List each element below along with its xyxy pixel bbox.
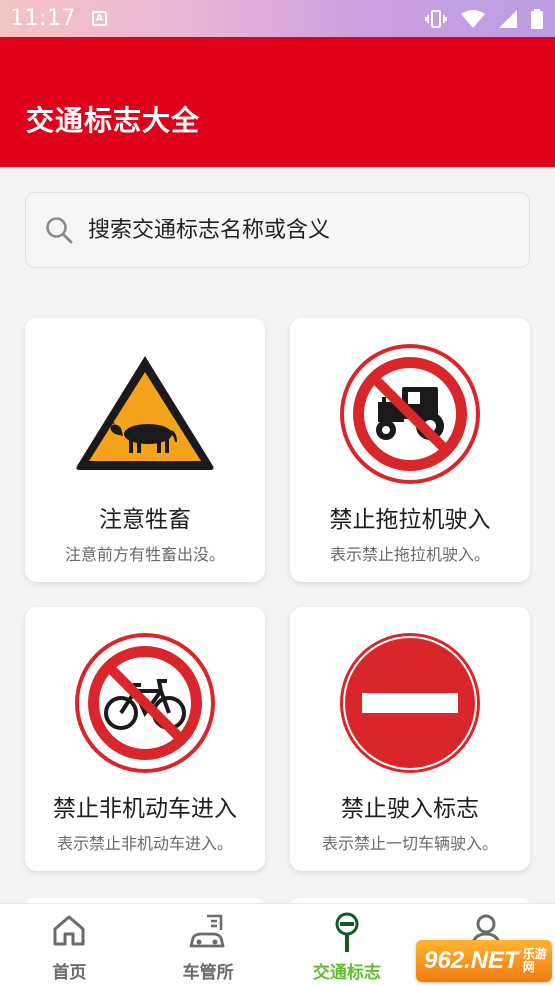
signal-icon: [499, 9, 517, 28]
car-office-icon: [189, 914, 225, 948]
sign-card[interactable]: 禁止非机动车进入 表示禁止非机动车进入。: [25, 607, 265, 871]
vibrate-icon: [425, 9, 447, 28]
battery-icon: [531, 8, 543, 29]
site-watermark-logo: 962.NET 乐游网: [416, 940, 552, 982]
sign-card[interactable]: 禁止拖拉机驶入 表示禁止拖拉机驶入。: [290, 318, 530, 582]
tab-label: 首页: [52, 963, 87, 983]
livestock-warning-sign-icon: [76, 356, 214, 470]
search-bar[interactable]: [25, 192, 530, 268]
no-tractor-sign-icon: [340, 344, 480, 484]
sign-desc: 表示禁止一切车辆驶入。: [321, 834, 498, 853]
watermark-brand: 962.NET: [424, 947, 519, 974]
sign-name: 禁止拖拉机驶入: [329, 507, 491, 533]
sign-desc: 注意前方有牲畜出没。: [64, 545, 225, 564]
tab-traffic-signs[interactable]: 交通标志: [278, 904, 417, 986]
search-input[interactable]: [88, 217, 508, 243]
status-time: 11:17: [10, 6, 76, 31]
sign-desc: 表示禁止非机动车进入。: [56, 834, 233, 853]
home-icon: [53, 915, 85, 946]
tab-label: 交通标志: [312, 963, 381, 983]
traffic-sign-icon: [335, 912, 359, 952]
sign-name: 禁止驶入标志: [341, 796, 479, 822]
tab-label: 车管所: [182, 963, 234, 983]
app-header: 交通标志大全: [0, 37, 555, 167]
no-entry-sign-icon: [340, 633, 480, 773]
sign-name: 注意牲畜: [99, 507, 191, 533]
status-icons: [425, 8, 543, 29]
status-bar: 11:17 A: [0, 0, 555, 37]
wifi-icon: [461, 9, 485, 28]
page-title: 交通标志大全: [26, 104, 201, 137]
sign-desc: 表示禁止拖拉机驶入。: [329, 545, 490, 564]
search-icon: [46, 217, 73, 244]
sign-card[interactable]: 注意牲畜 注意前方有牲畜出没。: [25, 318, 265, 582]
watermark-sub: 乐游网: [522, 946, 547, 974]
tab-home[interactable]: 首页: [0, 904, 139, 986]
tab-car-office[interactable]: 车管所: [139, 904, 278, 986]
notification-a-icon: A: [91, 11, 107, 26]
sign-card[interactable]: 禁止驶入标志 表示禁止一切车辆驶入。: [290, 607, 530, 871]
no-bicycle-sign-icon: [75, 633, 215, 773]
sign-name: 禁止非机动车进入: [53, 796, 237, 822]
